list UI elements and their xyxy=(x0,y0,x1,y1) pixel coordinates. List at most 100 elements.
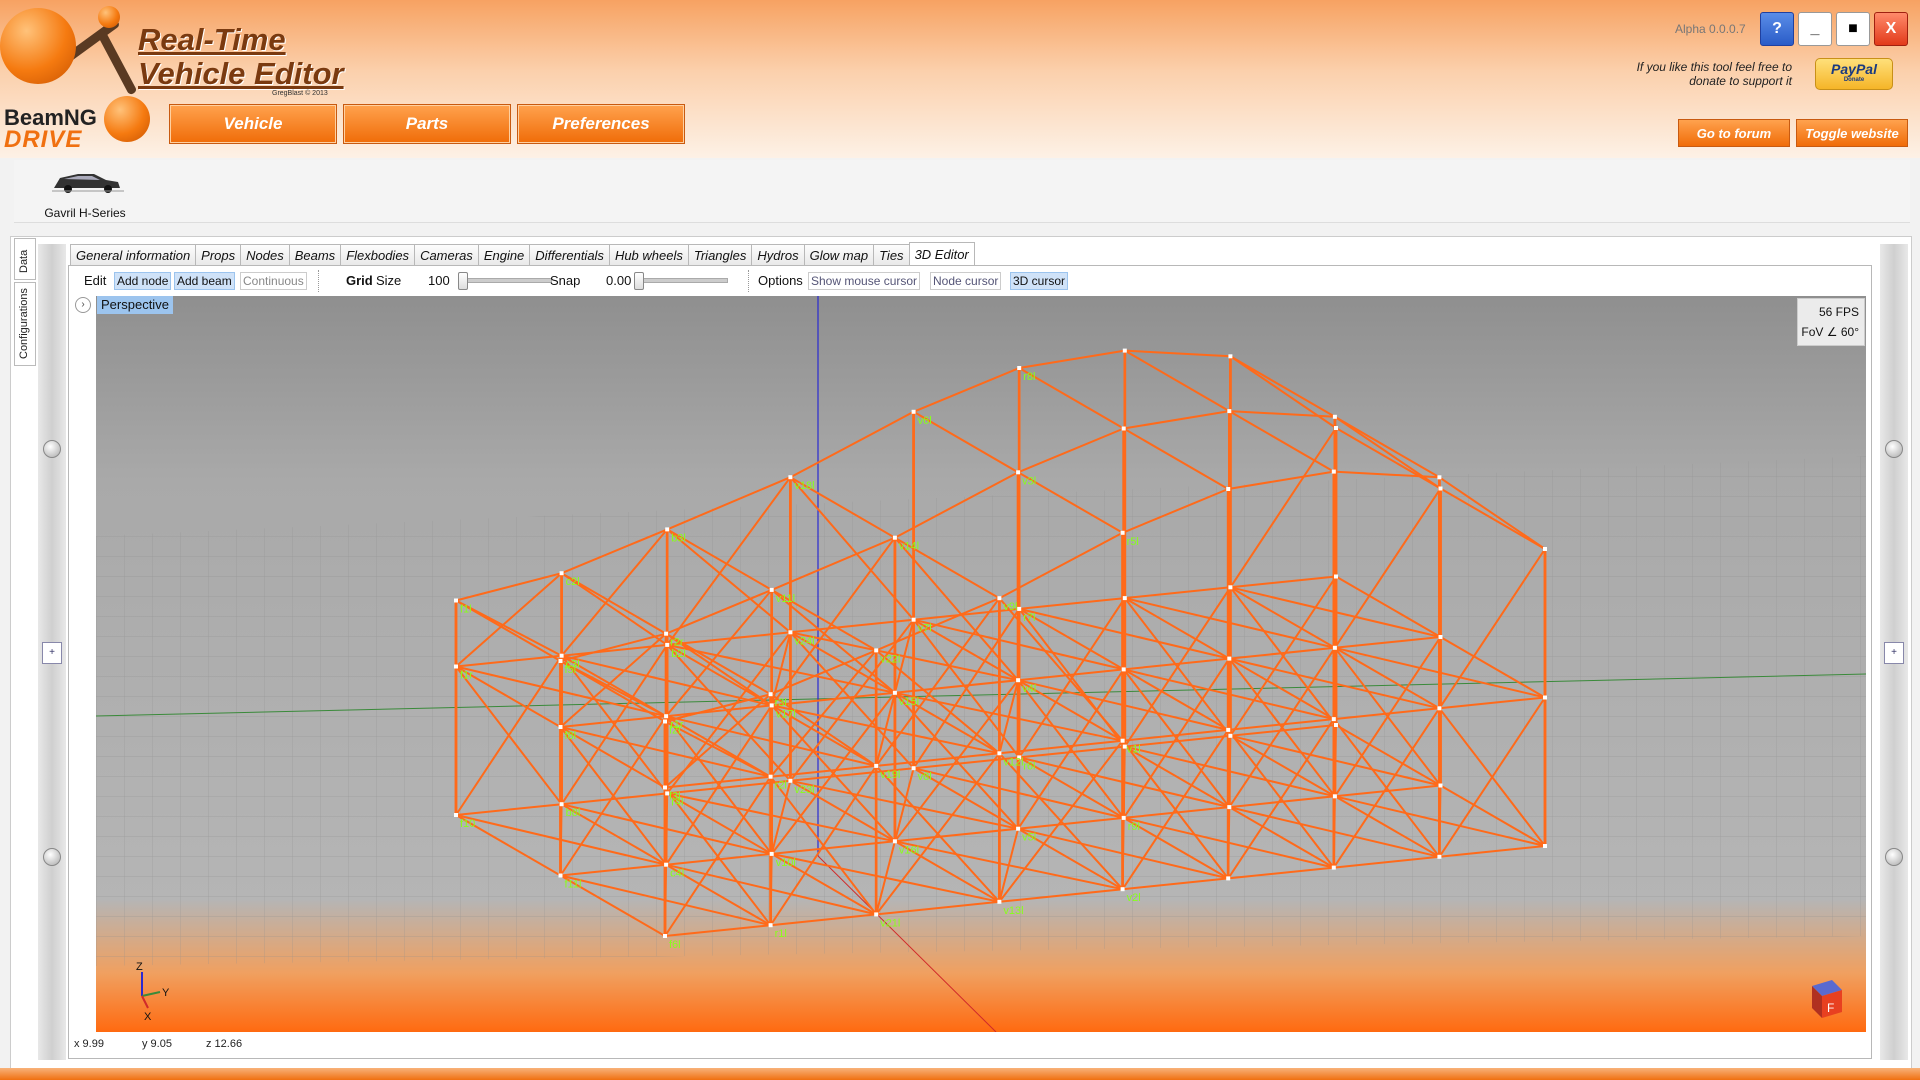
view-cube[interactable]: F xyxy=(1812,980,1842,1018)
node-marker[interactable] xyxy=(1331,865,1336,870)
viewport-view-name[interactable]: Perspective xyxy=(97,296,173,314)
node-marker[interactable] xyxy=(769,587,774,592)
node-marker[interactable] xyxy=(454,664,458,669)
rail-knob[interactable] xyxy=(1885,848,1903,866)
node-marker[interactable] xyxy=(1016,678,1021,683)
viewport-canvas[interactable]: f10f1rf1lf11lf8lf5lf6lf3lf2lb8lc3lc2lc4l… xyxy=(96,296,1866,1032)
show-mouse-cursor-toggle[interactable]: Show mouse cursor xyxy=(808,272,921,290)
node-marker[interactable] xyxy=(1437,706,1442,711)
node-marker[interactable] xyxy=(1332,794,1337,799)
beam[interactable] xyxy=(1333,724,1337,797)
continuous-toggle[interactable]: Continuous xyxy=(240,272,307,290)
node-marker[interactable] xyxy=(788,475,793,480)
beam[interactable] xyxy=(1227,807,1231,879)
node-marker[interactable] xyxy=(1226,727,1231,732)
nav-parts-button[interactable]: Parts xyxy=(343,104,511,144)
node-marker[interactable] xyxy=(559,571,564,576)
node-marker[interactable] xyxy=(664,631,669,636)
tab-flexbodies[interactable]: Flexbodies xyxy=(340,244,416,265)
beam[interactable] xyxy=(664,864,668,937)
beam[interactable] xyxy=(665,793,669,865)
beam[interactable] xyxy=(769,853,773,926)
rail-knob[interactable] xyxy=(1885,440,1903,458)
node-marker[interactable] xyxy=(874,763,879,768)
node-marker[interactable] xyxy=(1226,487,1231,491)
node-marker[interactable] xyxy=(874,648,879,653)
node-marker[interactable] xyxy=(892,690,897,695)
node-marker[interactable] xyxy=(1438,635,1443,639)
nav-vehicle-button[interactable]: Vehicle xyxy=(169,104,337,144)
nav-preferences-button[interactable]: Preferences xyxy=(517,104,685,144)
tab-beams[interactable]: Beams xyxy=(288,244,342,265)
node-marker[interactable] xyxy=(1016,470,1021,475)
node-marker[interactable] xyxy=(454,813,458,817)
node-marker[interactable] xyxy=(1228,354,1233,359)
node-marker[interactable] xyxy=(997,899,1002,904)
node-marker[interactable] xyxy=(1437,475,1442,480)
tab-general-information[interactable]: General information xyxy=(70,244,197,265)
node-marker[interactable] xyxy=(558,659,563,663)
node-marker[interactable] xyxy=(559,653,564,658)
add-beam-button[interactable]: Add beam xyxy=(174,272,235,290)
node-marker[interactable] xyxy=(1120,738,1125,743)
tab-hub-wheels[interactable]: Hub wheels xyxy=(608,244,689,265)
node-marker[interactable] xyxy=(892,535,897,540)
node-marker[interactable] xyxy=(664,714,669,719)
tab-ties[interactable]: Ties xyxy=(873,244,910,265)
node-marker[interactable] xyxy=(788,778,793,783)
node-marker[interactable] xyxy=(1332,414,1337,419)
node-marker[interactable] xyxy=(1121,426,1126,431)
node-marker[interactable] xyxy=(892,839,897,844)
paypal-donate-button[interactable]: PayPal Donate xyxy=(1815,58,1893,90)
tab-3d-editor[interactable]: 3D Editor xyxy=(908,242,975,265)
node-marker[interactable] xyxy=(663,719,667,724)
viewport-menu-button[interactable]: › xyxy=(75,297,91,313)
tab-glow-map[interactable]: Glow map xyxy=(803,244,875,265)
node-marker[interactable] xyxy=(1227,656,1232,661)
beam[interactable] xyxy=(1122,746,1126,818)
node-marker[interactable] xyxy=(1543,844,1547,848)
node-marker[interactable] xyxy=(1017,366,1022,370)
beam[interactable] xyxy=(559,804,563,876)
left-collapse-button[interactable]: + xyxy=(42,642,62,664)
node-marker[interactable] xyxy=(1334,574,1338,579)
node-marker[interactable] xyxy=(1228,585,1233,590)
node-marker[interactable] xyxy=(769,703,774,708)
side-tab-data[interactable]: Data xyxy=(14,238,36,280)
node-marker[interactable] xyxy=(1120,887,1125,892)
add-node-button[interactable]: Add node xyxy=(114,272,172,290)
tab-cameras[interactable]: Cameras xyxy=(414,244,479,265)
node-marker[interactable] xyxy=(768,923,773,928)
node-marker[interactable] xyxy=(1438,783,1443,788)
node-marker[interactable] xyxy=(1437,854,1442,859)
beam[interactable] xyxy=(1228,735,1232,808)
snap-slider-thumb[interactable] xyxy=(634,272,644,290)
size-slider-thumb[interactable] xyxy=(458,272,468,290)
node-marker[interactable] xyxy=(665,527,670,532)
node-marker[interactable] xyxy=(1017,606,1022,611)
maximize-button[interactable]: ■ xyxy=(1836,12,1870,46)
node-marker[interactable] xyxy=(1334,723,1338,727)
beam[interactable] xyxy=(1332,796,1336,868)
node-marker[interactable] xyxy=(1121,667,1126,672)
node-marker[interactable] xyxy=(1228,733,1233,738)
node-marker[interactable] xyxy=(1227,805,1232,810)
tab-triangles[interactable]: Triangles xyxy=(687,244,753,265)
tab-nodes[interactable]: Nodes xyxy=(240,244,290,265)
node-marker[interactable] xyxy=(911,409,916,414)
node-marker[interactable] xyxy=(559,802,564,807)
node-marker[interactable] xyxy=(874,912,879,917)
beam[interactable] xyxy=(1121,817,1125,890)
node-marker[interactable] xyxy=(911,617,916,622)
node-marker[interactable] xyxy=(1543,547,1547,551)
node-marker[interactable] xyxy=(911,766,916,771)
node-marker[interactable] xyxy=(665,642,670,647)
snap-slider-track[interactable] xyxy=(634,278,728,283)
tab-differentials[interactable]: Differentials xyxy=(529,244,610,265)
minimize-button[interactable]: _ xyxy=(1798,12,1832,46)
node-cursor-toggle[interactable]: Node cursor xyxy=(930,272,1002,290)
node-marker[interactable] xyxy=(1226,876,1231,881)
node-marker[interactable] xyxy=(1120,530,1125,535)
node-marker[interactable] xyxy=(1334,426,1338,430)
beam[interactable] xyxy=(1438,785,1442,857)
